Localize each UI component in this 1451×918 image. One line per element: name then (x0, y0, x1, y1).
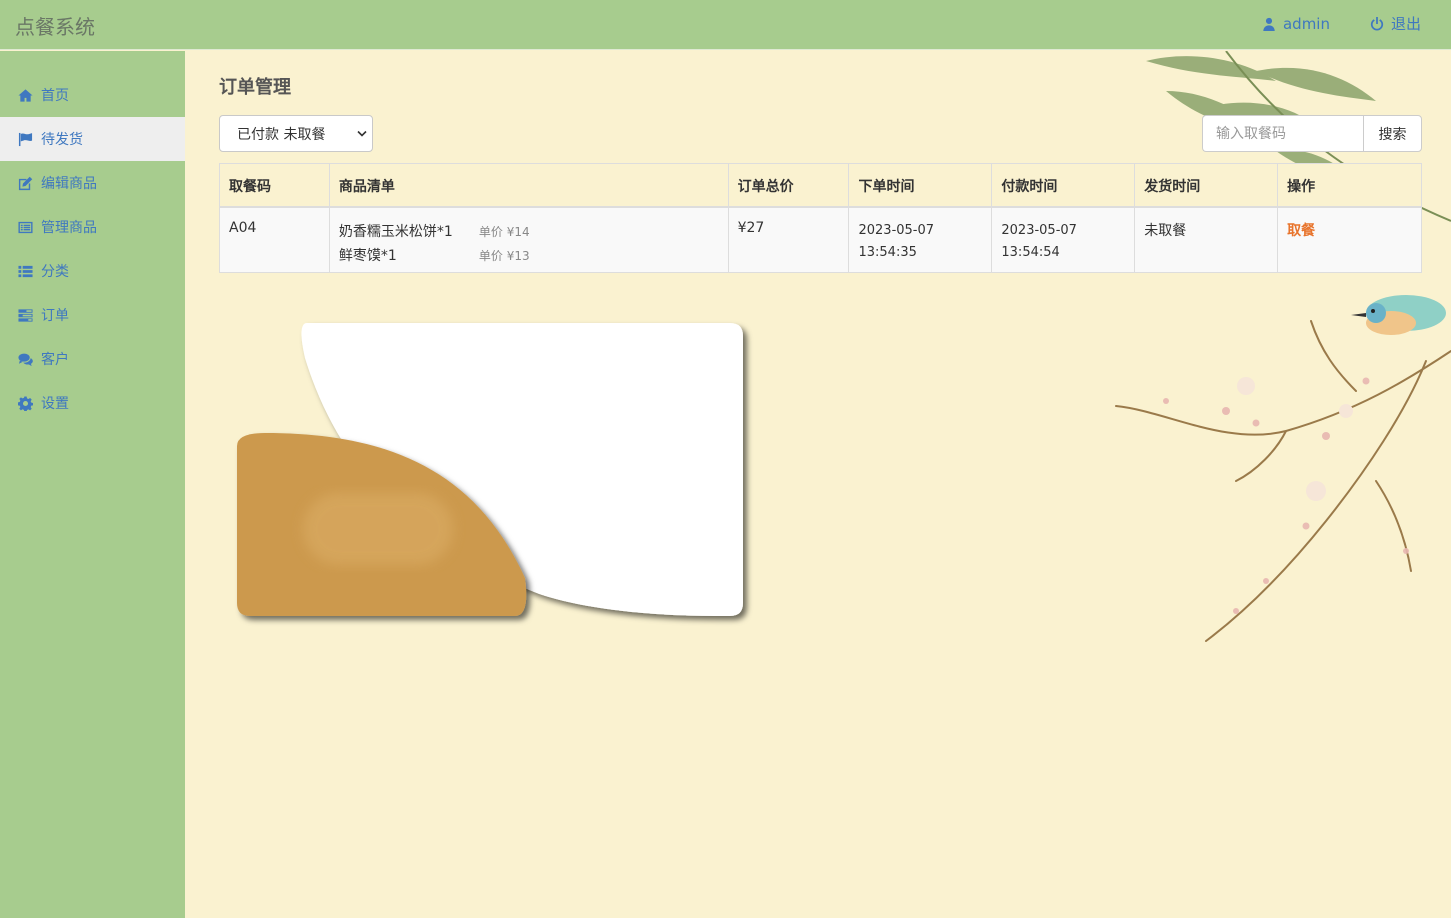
sidebar-item-home[interactable]: 首页 (0, 73, 185, 117)
table-row: A04 奶香糯玉米松饼*1 单价 ¥14 鲜枣馍*1 单价 ¥13 ¥27 20… (219, 206, 1422, 273)
item-price: 单价 ¥13 (478, 248, 530, 263)
pickup-action-link[interactable]: 取餐 (1287, 223, 1315, 239)
order-item: 奶香糯玉米松饼*1 单价 ¥14 (339, 220, 719, 244)
pay-date: 2023-05-07 (1001, 222, 1077, 238)
item-name: 奶香糯玉米松饼*1 (338, 223, 453, 240)
sidebar-item-label: 分类 (41, 264, 69, 280)
sidebar-item-customers[interactable]: 客户 (0, 337, 185, 381)
sidebar-item-categories[interactable]: 分类 (0, 249, 185, 293)
empty-state-illustration (237, 323, 743, 616)
pickup-code-search-input[interactable] (1202, 115, 1363, 152)
column-header-ship-time: 发货时间 (1134, 163, 1279, 208)
item-name: 鲜枣馍*1 (338, 247, 397, 264)
user-name: admin (1282, 14, 1330, 33)
sidebar-item-manage-products[interactable]: 管理商品 (0, 205, 185, 249)
user-link[interactable]: admin (1262, 13, 1330, 34)
bird (1351, 295, 1446, 335)
order-status-selected: 已付款 未取餐 (237, 127, 326, 143)
order-clock: 13:54:35 (858, 244, 917, 260)
search-button[interactable]: 搜索 (1363, 115, 1422, 152)
column-header-order-time: 下单时间 (848, 163, 993, 208)
sidebar-item-edit-products[interactable]: 编辑商品 (0, 161, 185, 205)
chevron-down-icon (357, 130, 367, 137)
sidebar-item-label: 首页 (41, 88, 69, 104)
column-header-total: 订单总价 (727, 163, 850, 208)
app-title[interactable]: 点餐系统 (15, 11, 95, 40)
column-header-action: 操作 (1277, 163, 1422, 208)
main-content: 订单管理 已付款 未取餐 搜索 取餐码 商品清单 订单总价 下单时间 付款时间 … (219, 51, 1422, 273)
sidebar-item-label: 设置 (41, 396, 69, 412)
items-cell: 奶香糯玉米松饼*1 单价 ¥14 鲜枣馍*1 单价 ¥13 (328, 206, 729, 273)
search-group: 搜索 (1202, 115, 1422, 152)
table-header-row: 取餐码 商品清单 订单总价 下单时间 付款时间 发货时间 操作 (219, 163, 1422, 208)
sidebar-item-label: 编辑商品 (41, 176, 97, 192)
total-cell: ¥27 (727, 206, 850, 273)
top-nav-links: admin 退出 (1262, 13, 1421, 34)
sidebar: 首页 待发货 编辑商品 管理商品 分类 订单 客户 设置 (0, 51, 185, 918)
toolbar: 已付款 未取餐 搜索 (219, 115, 1422, 153)
list-alt-icon (18, 221, 33, 233)
power-icon (1370, 16, 1384, 31)
edit-icon (18, 176, 33, 190)
list-icon (18, 265, 33, 277)
order-item: 鲜枣馍*1 单价 ¥13 (339, 244, 719, 268)
sidebar-item-label: 订单 (41, 308, 69, 324)
tasks-icon (18, 308, 33, 322)
pay-time-cell: 2023-05-07 13:54:54 (991, 206, 1136, 273)
sidebar-item-pending-shipment[interactable]: 待发货 (0, 117, 185, 161)
logout-label: 退出 (1390, 15, 1421, 33)
order-time-cell: 2023-05-07 13:54:35 (848, 206, 993, 273)
column-header-pay-time: 付款时间 (991, 163, 1136, 208)
user-icon (1263, 17, 1275, 31)
page-title: 订单管理 (219, 77, 291, 98)
top-navbar: 点餐系统 admin 退出 (0, 0, 1451, 50)
sidebar-item-settings[interactable]: 设置 (0, 381, 185, 425)
gear-icon (18, 395, 33, 411)
orders-table: 取餐码 商品清单 订单总价 下单时间 付款时间 发货时间 操作 A04 奶香糯玉… (219, 163, 1422, 273)
order-date: 2023-05-07 (858, 222, 935, 238)
column-header-items: 商品清单 (328, 163, 729, 208)
flag-icon (18, 132, 33, 146)
sidebar-item-label: 待发货 (41, 132, 83, 148)
pickup-code-cell: A04 (219, 206, 330, 273)
ship-status-cell: 未取餐 (1134, 206, 1279, 273)
pay-clock: 13:54:54 (1001, 244, 1060, 260)
sidebar-item-label: 管理商品 (41, 220, 97, 236)
order-status-select[interactable]: 已付款 未取餐 (219, 115, 373, 152)
column-header-pickup-code: 取餐码 (219, 163, 330, 208)
action-cell: 取餐 (1277, 206, 1422, 273)
home-icon (18, 88, 33, 102)
sidebar-item-label: 客户 (41, 352, 69, 368)
item-price: 单价 ¥14 (478, 224, 530, 239)
sidebar-item-orders[interactable]: 订单 (0, 293, 185, 337)
comments-icon (18, 353, 33, 366)
logout-link[interactable]: 退出 (1370, 13, 1421, 34)
